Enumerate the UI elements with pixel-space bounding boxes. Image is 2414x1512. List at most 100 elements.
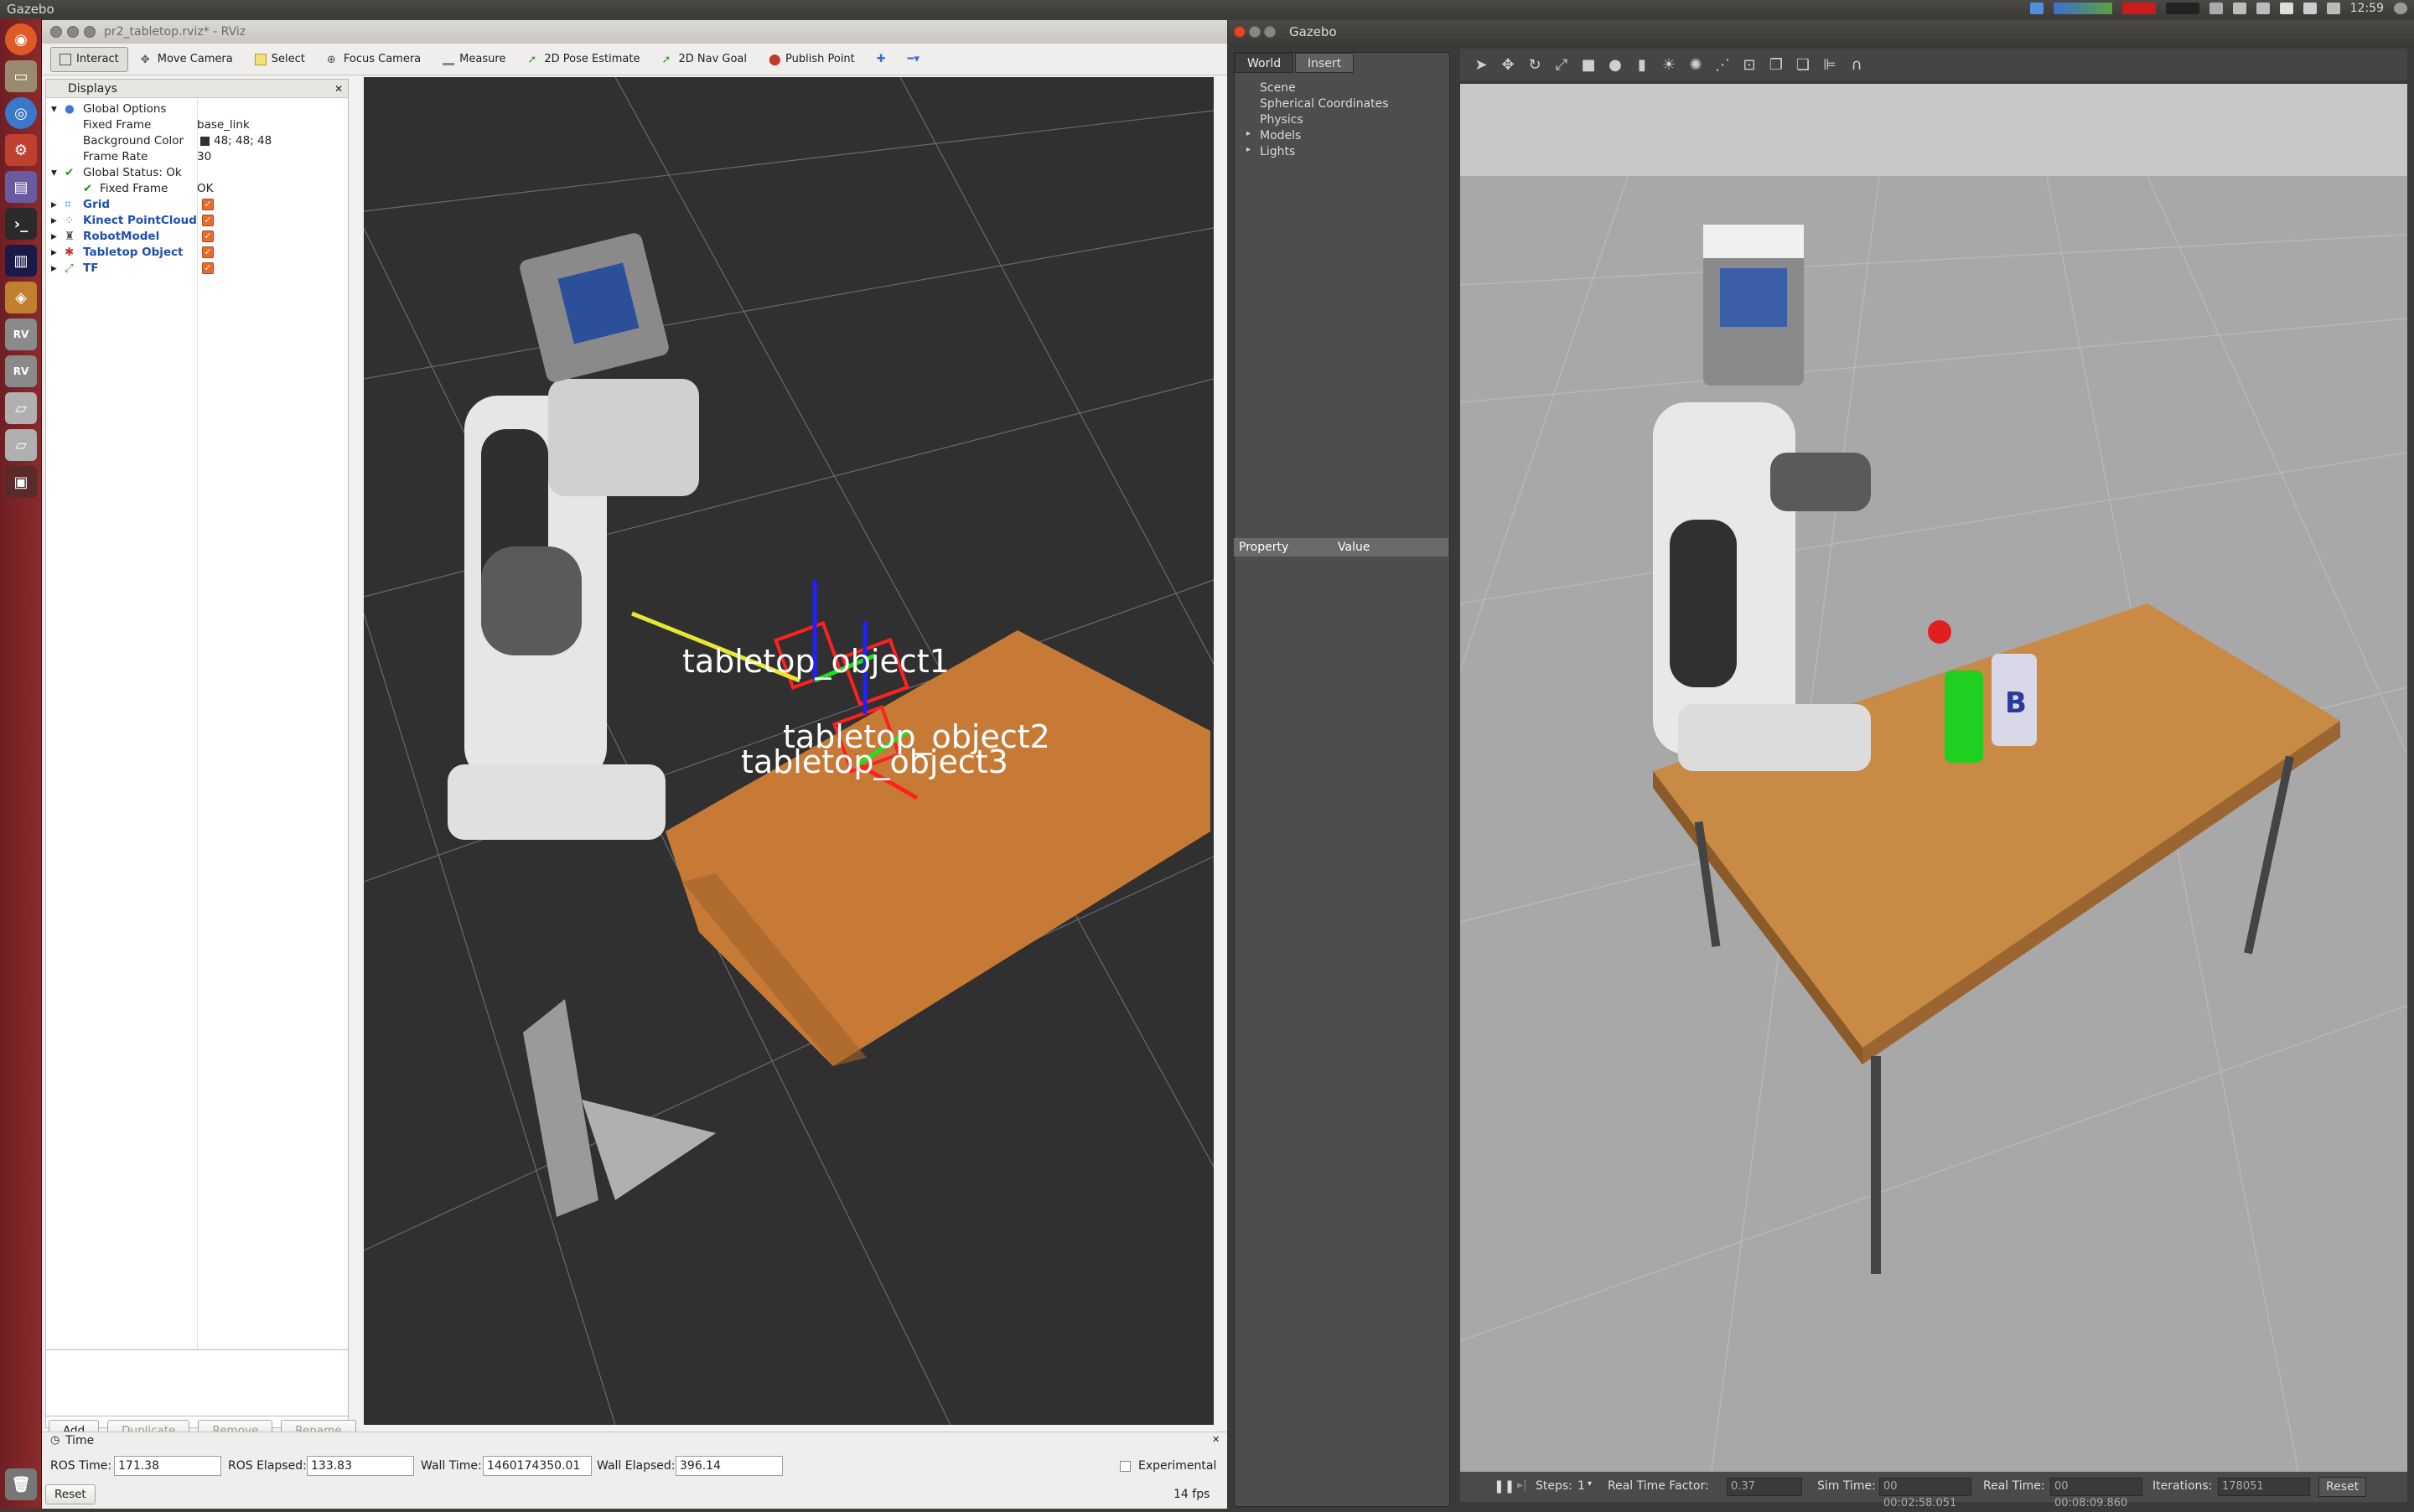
focus-camera-tool[interactable]: ⊕ Focus Camera [318,47,430,72]
clock[interactable]: 12:59 [2350,2,2384,15]
expand-arrow-icon[interactable]: ▸ [51,261,57,277]
keyboard-icon[interactable] [2209,3,2223,14]
tree-value[interactable]: base_link [197,117,250,133]
wall-elapsed-field[interactable]: 396.14 [676,1456,783,1476]
world-item-spherical-coordinates[interactable]: Spherical Coordinates [1260,97,1389,111]
cpu-monitor-icon[interactable] [2121,3,2156,14]
maximize-icon[interactable] [1264,26,1276,38]
nav-goal-tool[interactable]: ➚ 2D Nav Goal [652,47,756,72]
tree-global-status[interactable]: ▾ ✔ Global Status: Ok [46,165,348,181]
expand-arrow-icon[interactable]: ▸ [1246,145,1251,154]
interact-tool[interactable]: Interact [50,46,128,72]
battery-icon[interactable] [2303,3,2317,14]
rviz-icon[interactable]: RV [5,318,37,350]
screenshot-icon[interactable]: ⊡ [1740,55,1759,74]
gazebo-title-bar[interactable]: Gazebo [1229,20,2414,44]
paste-icon[interactable]: ❏ [1794,55,1812,74]
trash-icon[interactable]: 🗑 [5,1468,37,1500]
ide-icon[interactable]: ▥ [5,245,37,277]
enable-checkbox[interactable]: ✓ [202,199,214,210]
tree-global-options[interactable]: ▾ ● Global Options [46,101,348,117]
box-shape-icon[interactable]: ■ [1579,55,1598,74]
expand-arrow-icon[interactable]: ▸ [51,245,57,261]
select-tool[interactable]: Select [246,47,314,72]
publish-point-tool[interactable]: ⬤ Publish Point [759,47,864,72]
files-icon[interactable]: ▭ [5,60,37,92]
snap-icon[interactable]: ∩ [1847,55,1866,74]
rviz-title-bar[interactable]: pr2_tabletop.rviz* - RViz [42,20,1227,44]
world-item-lights[interactable]: Lights [1260,145,1295,158]
sphere-shape-icon[interactable]: ● [1606,55,1624,74]
scale-icon[interactable]: ⤢ [1552,55,1571,74]
gazebo-3d-viewport[interactable]: B [1460,84,2407,1472]
enable-checkbox[interactable]: ✓ [202,246,214,258]
expand-arrow-icon[interactable]: ▸ [51,197,57,213]
tab-insert[interactable]: Insert [1295,53,1355,73]
rotate-icon[interactable]: ↻ [1526,55,1544,74]
tree-value[interactable]: 48; 48; 48 [214,133,272,149]
wall-time-field[interactable]: 1460174350.01 [483,1456,592,1476]
enable-checkbox[interactable]: ✓ [202,262,214,274]
pause-icon[interactable]: ❚❚ [1494,1478,1515,1494]
chrome-icon[interactable]: ◎ [5,97,37,129]
tree-status-fixed-frame[interactable]: ✔ Fixed Frame OK [46,181,348,197]
experimental-checkbox[interactable] [1120,1461,1131,1472]
reset-button[interactable]: Reset [45,1484,96,1504]
world-item-models[interactable]: Models [1260,129,1301,142]
minimize-icon[interactable] [67,26,79,38]
system-monitor-icon[interactable] [2053,3,2112,14]
bluetooth-icon[interactable] [2256,3,2270,14]
world-item-scene[interactable]: Scene [1260,81,1296,95]
tree-kinect-pointcloud[interactable]: ▸ ⁘ Kinect PointCloud ✓ [46,213,348,229]
copy-icon[interactable]: ❐ [1767,55,1785,74]
expand-arrow-icon[interactable]: ▸ [51,213,57,229]
remove-tool-button[interactable]: ━▾ [899,47,929,72]
gazebo-launcher-icon[interactable]: ◈ [5,282,37,313]
settings-gear-icon[interactable] [2394,3,2407,14]
pose-estimate-tool[interactable]: ➚ 2D Pose Estimate [518,47,649,72]
close-panel-icon[interactable]: ✕ [1212,1434,1220,1445]
expand-arrow-icon[interactable]: ▸ [1246,129,1251,138]
close-panel-icon[interactable]: ✕ [334,80,343,98]
close-icon[interactable] [50,26,62,38]
color-swatch[interactable] [200,137,210,146]
drive-icon[interactable]: ▱ [5,392,37,424]
rviz-icon-2[interactable]: RV [5,355,37,387]
expand-arrow-icon[interactable]: ▾ [51,165,57,181]
enable-checkbox[interactable]: ✓ [202,215,214,226]
tab-world[interactable]: World [1235,53,1294,73]
volume-icon[interactable] [2326,3,2340,14]
align-icon[interactable]: ⊫ [1821,55,1839,74]
tree-background-color[interactable]: Background Color 48; 48; 48 [46,133,348,149]
ubuntu-dash-icon[interactable]: ◉ [5,23,37,55]
rviz-3d-viewport[interactable]: tabletop_object1 tabletop_object2 tablet… [364,77,1214,1425]
terminal-icon[interactable]: ›_ [5,208,37,240]
expand-arrow-icon[interactable]: ▸ [51,229,57,245]
select-arrow-icon[interactable]: ➤ [1472,55,1490,74]
tree-tabletop-object[interactable]: ▸ ✱ Tabletop Object ✓ [46,245,348,261]
cylinder-shape-icon[interactable]: ▮ [1633,55,1651,74]
directional-light-icon[interactable]: ⋰ [1713,55,1732,74]
expand-arrow-icon[interactable]: ▾ [51,101,57,117]
step-icon[interactable]: ▸| [1517,1478,1527,1492]
ros-elapsed-field[interactable]: 133.83 [307,1456,414,1476]
tree-robot-model[interactable]: ▸ ♜ RobotModel ✓ [46,229,348,245]
minimize-icon[interactable] [1249,26,1261,38]
steps-value[interactable]: 1 [1577,1479,1585,1493]
move-camera-tool[interactable]: ✥ Move Camera [132,47,242,72]
world-item-physics[interactable]: Physics [1260,113,1303,127]
network-monitor-icon[interactable] [2165,3,2199,14]
app-icon[interactable]: ▤ [5,171,37,203]
reset-button[interactable]: Reset [2318,1477,2367,1497]
workspace-icon[interactable]: ▣ [5,466,37,498]
close-icon[interactable] [1234,26,1246,38]
maximize-icon[interactable] [84,26,96,38]
wifi-icon[interactable] [2232,3,2246,14]
tree-value[interactable]: 30 [197,149,211,165]
add-tool-button[interactable]: ✚ [868,47,895,72]
tree-fixed-frame[interactable]: Fixed Frame base_link [46,117,348,133]
chrome-tray-icon[interactable] [2029,3,2044,14]
tree-tf[interactable]: ▸ ⤢ TF ✓ [46,261,348,277]
settings-icon[interactable]: ⚙ [5,134,37,166]
ros-time-field[interactable]: 171.38 [114,1456,221,1476]
